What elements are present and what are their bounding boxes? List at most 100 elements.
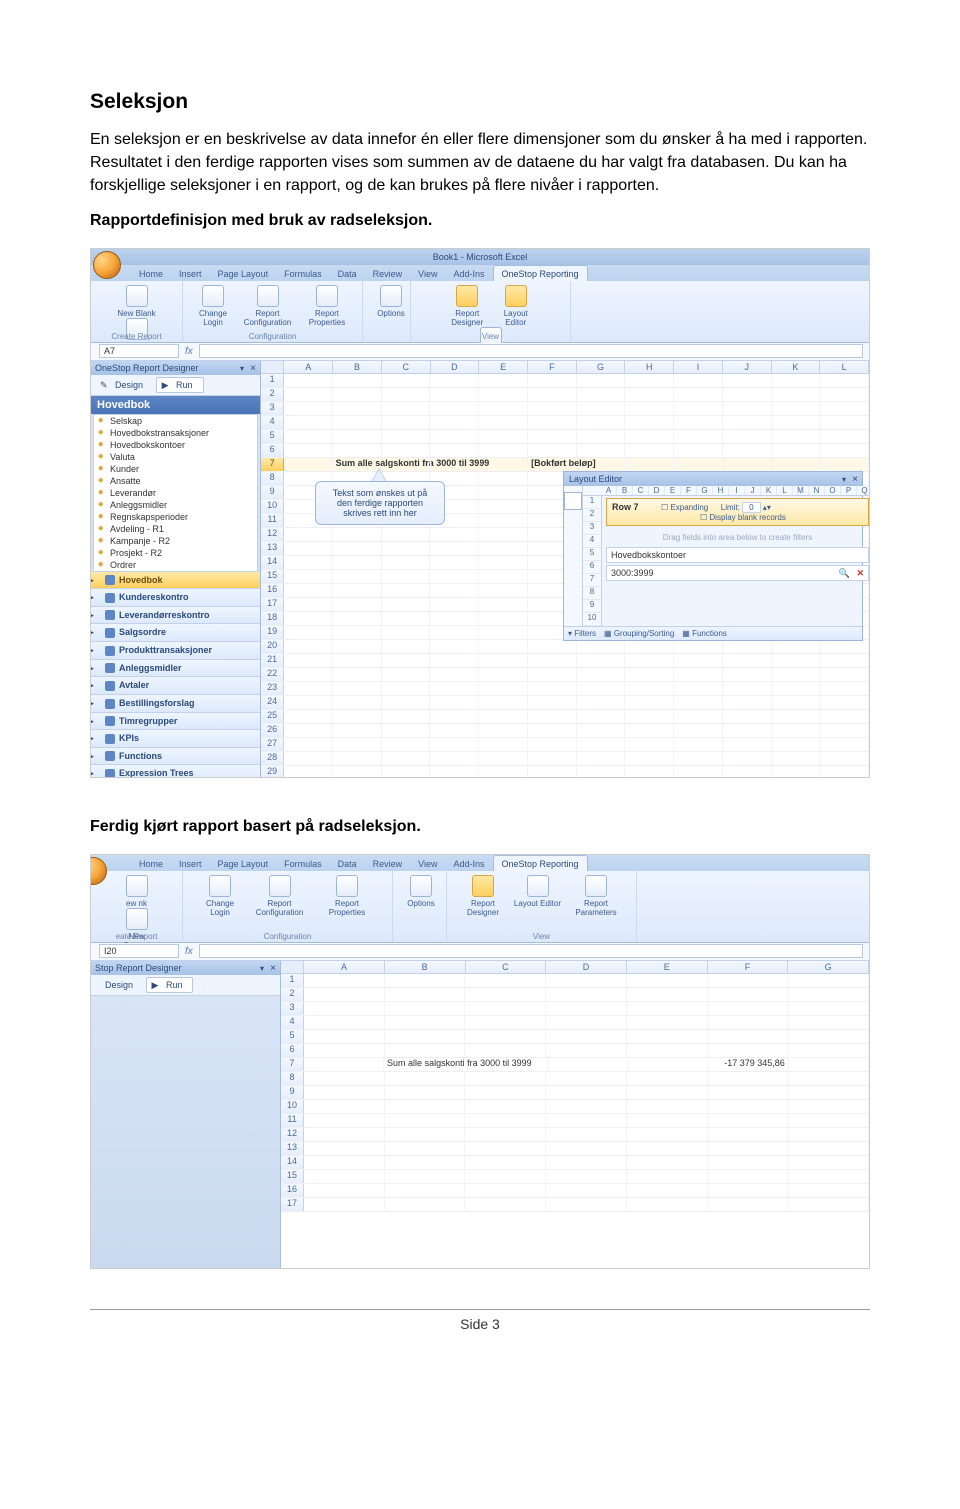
row-header[interactable]: 18 <box>261 612 284 625</box>
cell[interactable] <box>382 654 431 667</box>
row-header[interactable]: 14 <box>281 1156 304 1169</box>
le-row-header[interactable]: 1 <box>583 496 601 509</box>
cell[interactable] <box>333 556 382 569</box>
cell[interactable] <box>577 668 626 681</box>
cell[interactable] <box>625 388 674 401</box>
cell[interactable] <box>546 1044 627 1057</box>
cell[interactable] <box>528 430 577 443</box>
filter-field-range[interactable]: 3000:3999 🔍 ✕ <box>606 565 869 581</box>
cell[interactable] <box>284 668 333 681</box>
limit-field[interactable]: Limit: 0 ▴▾ <box>721 503 771 512</box>
le-row-header[interactable]: 6 <box>583 561 601 574</box>
cell[interactable] <box>627 458 675 471</box>
cell[interactable] <box>772 710 821 723</box>
le-row-header[interactable]: 4 <box>583 535 601 548</box>
cell[interactable] <box>708 1128 789 1141</box>
row-header[interactable]: 28 <box>261 752 284 765</box>
nav-item[interactable]: Produkttransaksjoner <box>91 642 260 660</box>
cell[interactable] <box>304 1044 385 1057</box>
cell[interactable] <box>333 612 382 625</box>
fx-icon[interactable]: fx <box>185 346 193 357</box>
row-header[interactable]: 13 <box>281 1142 304 1155</box>
cell[interactable] <box>820 402 869 415</box>
row-header[interactable]: 15 <box>261 570 284 583</box>
cell[interactable] <box>385 1044 466 1057</box>
cell[interactable] <box>708 1016 789 1029</box>
le-row-header[interactable]: 9 <box>583 600 601 613</box>
cell[interactable] <box>479 430 528 443</box>
tree-heading[interactable]: Hovedbok <box>91 396 260 414</box>
ribbon-tab-add-ins[interactable]: Add-Ins <box>445 856 492 872</box>
cell[interactable] <box>284 556 333 569</box>
cell[interactable] <box>333 668 382 681</box>
cell[interactable] <box>304 974 385 987</box>
cell[interactable] <box>479 682 528 695</box>
cell[interactable] <box>708 1044 789 1057</box>
cell[interactable] <box>674 696 723 709</box>
cell[interactable] <box>430 724 479 737</box>
cell[interactable] <box>772 696 821 709</box>
cell[interactable] <box>333 766 382 778</box>
cell[interactable] <box>577 374 626 387</box>
le-col-header[interactable]: B <box>617 486 633 495</box>
le-col-header[interactable]: J <box>745 486 761 495</box>
cell[interactable] <box>723 388 772 401</box>
cell[interactable] <box>333 640 382 653</box>
cell[interactable] <box>548 1058 628 1071</box>
tree-item[interactable]: Ordrer <box>94 559 257 571</box>
cell[interactable] <box>465 1142 546 1155</box>
cell[interactable] <box>674 444 723 457</box>
column-header[interactable]: H <box>625 361 674 373</box>
nav-item[interactable]: Kundereskontro <box>91 589 260 607</box>
le-dropdown-icon[interactable]: ▾ <box>842 475 846 484</box>
cell[interactable] <box>284 696 333 709</box>
cell[interactable] <box>382 640 431 653</box>
cell[interactable] <box>820 430 869 443</box>
cell[interactable] <box>788 1030 869 1043</box>
cell[interactable] <box>528 724 577 737</box>
ribbon-tab-insert[interactable]: Insert <box>171 266 210 282</box>
nav-item[interactable]: KPIs <box>91 730 260 748</box>
cell[interactable]: -17 379 345,86 <box>709 1058 789 1071</box>
ribbon-tab-home[interactable]: Home <box>131 856 171 872</box>
cell[interactable] <box>333 710 382 723</box>
cell[interactable]: [Bokført beløp] <box>528 458 578 471</box>
cell[interactable] <box>546 1170 627 1183</box>
ribbon-tab-onestop-reporting[interactable]: OneStop Reporting <box>493 855 588 872</box>
cell[interactable] <box>772 402 821 415</box>
column-header[interactable]: I <box>674 361 723 373</box>
column-header[interactable]: D <box>546 961 627 973</box>
cell[interactable] <box>627 1142 708 1155</box>
cell[interactable] <box>479 752 528 765</box>
cell[interactable] <box>382 724 431 737</box>
cell[interactable] <box>724 458 772 471</box>
cell[interactable] <box>479 584 528 597</box>
cell[interactable] <box>625 696 674 709</box>
cell[interactable] <box>430 612 479 625</box>
cell[interactable] <box>528 752 577 765</box>
tree-item[interactable]: Kampanje - R2 <box>94 535 257 547</box>
cell[interactable] <box>382 416 431 429</box>
cell[interactable] <box>820 374 869 387</box>
cell[interactable] <box>772 738 821 751</box>
options-button[interactable]: Options <box>399 875 443 908</box>
cell[interactable] <box>577 682 626 695</box>
column-header[interactable]: C <box>382 361 431 373</box>
cell[interactable] <box>788 1002 869 1015</box>
cell[interactable] <box>385 1156 466 1169</box>
cell[interactable] <box>304 1156 385 1169</box>
cell[interactable] <box>382 612 431 625</box>
cell[interactable] <box>546 1016 627 1029</box>
cell[interactable] <box>772 640 821 653</box>
cell[interactable] <box>625 738 674 751</box>
cell[interactable] <box>528 374 577 387</box>
cell[interactable] <box>723 752 772 765</box>
le-select-icon[interactable] <box>564 492 582 510</box>
cell[interactable] <box>385 1030 466 1043</box>
cell[interactable] <box>333 626 382 639</box>
row-header[interactable]: 7 <box>261 458 284 471</box>
cell[interactable] <box>479 556 528 569</box>
cell[interactable] <box>479 570 528 583</box>
cell[interactable] <box>546 1142 627 1155</box>
cell[interactable] <box>723 654 772 667</box>
